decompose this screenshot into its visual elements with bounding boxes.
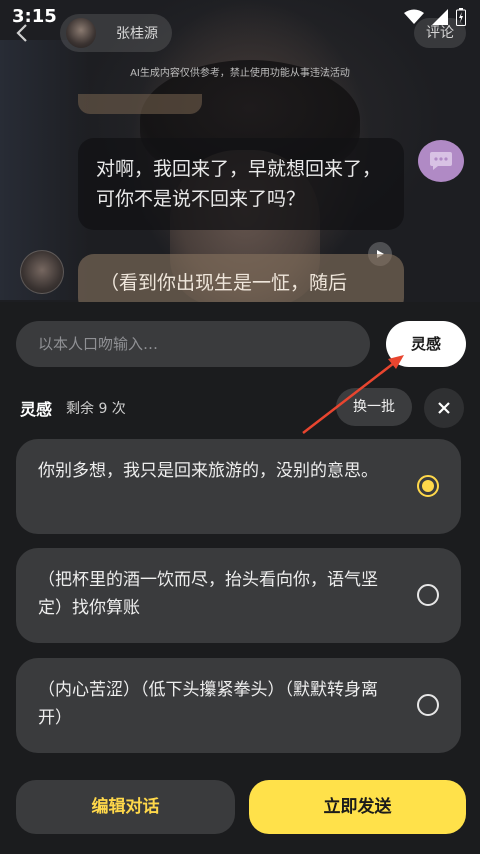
remaining-count: 剩余 9 次 — [66, 401, 126, 417]
option-text: 你别多想，我只是回来旅游的，没别的意思。 — [38, 461, 378, 481]
status-time: 3:15 — [12, 6, 57, 27]
inspiration-panel: 以本人口吻输入… 灵感 灵感 剩余 9 次 换一批 你别多想，我只是回来旅游的，… — [0, 302, 480, 854]
battery-icon — [456, 8, 466, 26]
message-input[interactable]: 以本人口吻输入… — [16, 321, 370, 367]
option-text: （内心苦涩）（低下头攥紧拳头）（默默转身离开） — [38, 680, 378, 728]
inspiration-option[interactable]: 你别多想，我只是回来旅游的，没别的意思。 — [16, 439, 461, 534]
inspiration-header: 灵感 剩余 9 次 换一批 — [20, 388, 464, 428]
chat-bubble-previous — [78, 94, 202, 114]
chat-dots-icon — [430, 152, 452, 170]
wifi-icon — [404, 9, 424, 24]
inspiration-option[interactable]: （把杯里的酒一饮而尽，抬头看向你，语气坚定）找你算账 — [16, 548, 461, 643]
option-radio[interactable] — [417, 584, 439, 606]
inspiration-button[interactable]: 灵感 — [386, 321, 466, 367]
send-now-button[interactable]: 立即发送 — [249, 780, 466, 834]
status-bar: 3:15 — [0, 0, 480, 34]
inspiration-title: 灵感 — [20, 400, 53, 419]
option-radio-selected[interactable] — [417, 475, 439, 497]
option-radio[interactable] — [417, 694, 439, 716]
close-panel-button[interactable] — [424, 388, 464, 428]
chat-bubble-character: 对啊，我回来了，早就想回来了，可你不是说不回来了吗？ — [78, 138, 404, 230]
user-avatar — [20, 250, 64, 294]
signal-icon — [432, 9, 448, 25]
inspiration-option[interactable]: （内心苦涩）（低下头攥紧拳头）（默默转身离开） — [16, 658, 461, 753]
close-icon — [438, 402, 450, 414]
message-icon[interactable] — [418, 140, 464, 182]
ai-disclaimer: AI生成内容仅供参考，禁止使用功能从事违法活动 — [130, 68, 350, 79]
edit-dialogue-button[interactable]: 编辑对话 — [16, 780, 235, 834]
option-text: （把杯里的酒一饮而尽，抬头看向你，语气坚定）找你算账 — [38, 570, 378, 618]
refresh-batch-button[interactable]: 换一批 — [336, 388, 412, 426]
